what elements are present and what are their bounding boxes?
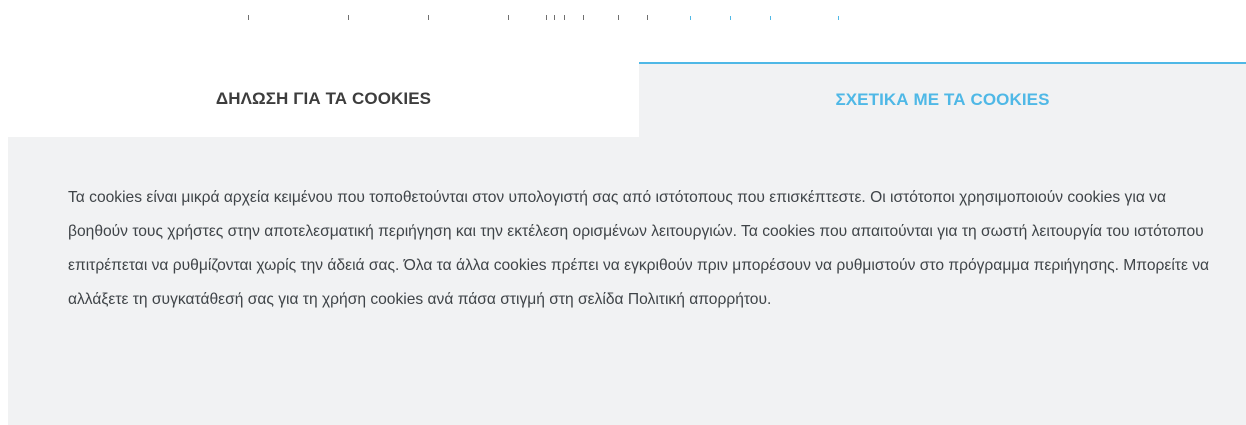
cookie-dialog: ΔΗΛΩΣΗ ΓΙΑ ΤΑ COOKIES ΣΧΕΤΙΚΑ ΜΕ ΤΑ COOK…: [0, 0, 1246, 425]
cookie-tabs: ΔΗΛΩΣΗ ΓΙΑ ΤΑ COOKIES ΣΧΕΤΙΚΑ ΜΕ ΤΑ COOK…: [8, 62, 1246, 137]
tab-about-cookies[interactable]: ΣΧΕΤΙΚΑ ΜΕ ΤΑ COOKIES: [639, 62, 1246, 137]
tab-about-cookies-label: ΣΧΕΤΙΚΑ ΜΕ ΤΑ COOKIES: [835, 89, 1050, 109]
about-cookies-panel: Τα cookies είναι μικρά αρχεία κειμένου π…: [8, 137, 1246, 425]
tab-cookie-declaration-label: ΔΗΛΩΣΗ ΓΙΑ ΤΑ COOKIES: [215, 88, 432, 108]
tab-cookie-declaration[interactable]: ΔΗΛΩΣΗ ΓΙΑ ΤΑ COOKIES: [8, 62, 639, 137]
clipped-content-above: [0, 0, 1246, 24]
about-cookies-text: Τα cookies είναι μικρά αρχεία κειμένου π…: [68, 189, 1210, 308]
